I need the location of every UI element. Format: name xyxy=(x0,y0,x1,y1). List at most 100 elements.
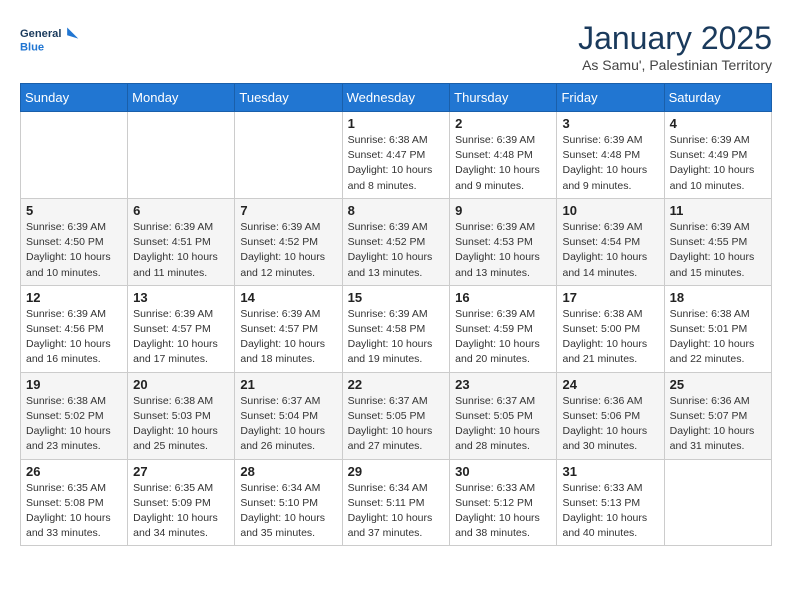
day-number: 28 xyxy=(240,464,336,479)
day-info: Sunrise: 6:38 AMSunset: 5:00 PMDaylight:… xyxy=(562,307,658,368)
calendar-cell: 28 Sunrise: 6:34 AMSunset: 5:10 PMDayligh… xyxy=(235,459,342,546)
calendar-cell: 22 Sunrise: 6:37 AMSunset: 5:05 PMDayligh… xyxy=(342,372,450,459)
day-number: 14 xyxy=(240,290,336,305)
day-number: 27 xyxy=(133,464,229,479)
day-number: 23 xyxy=(455,377,551,392)
calendar-cell: 19 Sunrise: 6:38 AMSunset: 5:02 PMDayligh… xyxy=(21,372,128,459)
svg-text:Blue: Blue xyxy=(20,42,44,54)
day-number: 8 xyxy=(348,203,445,218)
day-info: Sunrise: 6:39 AMSunset: 4:53 PMDaylight:… xyxy=(455,220,551,281)
day-info: Sunrise: 6:39 AMSunset: 4:48 PMDaylight:… xyxy=(455,133,551,194)
day-number: 3 xyxy=(562,116,658,131)
day-info: Sunrise: 6:39 AMSunset: 4:51 PMDaylight:… xyxy=(133,220,229,281)
location-subtitle: As Samu', Palestinian Territory xyxy=(578,57,772,73)
day-info: Sunrise: 6:35 AMSunset: 5:09 PMDaylight:… xyxy=(133,481,229,542)
page-header: General Blue January 2025 As Samu', Pale… xyxy=(20,20,772,73)
day-number: 9 xyxy=(455,203,551,218)
day-info: Sunrise: 6:39 AMSunset: 4:56 PMDaylight:… xyxy=(26,307,122,368)
day-number: 21 xyxy=(240,377,336,392)
day-info: Sunrise: 6:38 AMSunset: 5:01 PMDaylight:… xyxy=(670,307,766,368)
day-info: Sunrise: 6:36 AMSunset: 5:07 PMDaylight:… xyxy=(670,394,766,455)
day-number: 20 xyxy=(133,377,229,392)
calendar-cell: 25 Sunrise: 6:36 AMSunset: 5:07 PMDayligh… xyxy=(664,372,771,459)
day-number: 19 xyxy=(26,377,122,392)
calendar-cell: 29Sunrise: 6:34 AMSunset: 5:11 PMDayligh… xyxy=(342,459,450,546)
day-number: 12 xyxy=(26,290,122,305)
calendar-cell: 15 Sunrise: 6:39 AMSunset: 4:58 PMDayligh… xyxy=(342,285,450,372)
weekday-header-saturday: Saturday xyxy=(664,84,771,112)
day-info: Sunrise: 6:38 AMSunset: 4:47 PMDaylight:… xyxy=(348,133,445,194)
day-number: 7 xyxy=(240,203,336,218)
day-number: 5 xyxy=(26,203,122,218)
day-info: Sunrise: 6:37 AMSunset: 5:05 PMDaylight:… xyxy=(455,394,551,455)
day-info: Sunrise: 6:39 AMSunset: 4:52 PMDaylight:… xyxy=(240,220,336,281)
day-number: 2 xyxy=(455,116,551,131)
day-number: 6 xyxy=(133,203,229,218)
logo-graphic: General Blue xyxy=(20,20,80,65)
weekday-header-friday: Friday xyxy=(557,84,664,112)
day-info: Sunrise: 6:39 AMSunset: 4:48 PMDaylight:… xyxy=(562,133,658,194)
day-number: 17 xyxy=(562,290,658,305)
calendar-cell: 6 Sunrise: 6:39 AMSunset: 4:51 PMDaylight… xyxy=(128,198,235,285)
title-section: January 2025 As Samu', Palestinian Terri… xyxy=(578,20,772,73)
weekday-header-tuesday: Tuesday xyxy=(235,84,342,112)
day-info: Sunrise: 6:39 AMSunset: 4:59 PMDaylight:… xyxy=(455,307,551,368)
calendar-cell: 31 Sunrise: 6:33 AMSunset: 5:13 PMDayligh… xyxy=(557,459,664,546)
day-number: 15 xyxy=(348,290,445,305)
day-info: Sunrise: 6:39 AMSunset: 4:58 PMDaylight:… xyxy=(348,307,445,368)
calendar-cell: 16 Sunrise: 6:39 AMSunset: 4:59 PMDayligh… xyxy=(450,285,557,372)
calendar-cell: 5 Sunrise: 6:39 AMSunset: 4:50 PMDaylight… xyxy=(21,198,128,285)
calendar-cell: 1 Sunrise: 6:38 AMSunset: 4:47 PMDaylight… xyxy=(342,112,450,199)
day-info: Sunrise: 6:37 AMSunset: 5:05 PMDaylight:… xyxy=(348,394,445,455)
calendar-cell xyxy=(21,112,128,199)
calendar-cell: 11Sunrise: 6:39 AMSunset: 4:55 PMDayligh… xyxy=(664,198,771,285)
day-number: 24 xyxy=(562,377,658,392)
day-info: Sunrise: 6:39 AMSunset: 4:49 PMDaylight:… xyxy=(670,133,766,194)
calendar-cell xyxy=(235,112,342,199)
day-info: Sunrise: 6:37 AMSunset: 5:04 PMDaylight:… xyxy=(240,394,336,455)
calendar-table: SundayMondayTuesdayWednesdayThursdayFrid… xyxy=(20,83,772,546)
day-number: 13 xyxy=(133,290,229,305)
calendar-cell: 17 Sunrise: 6:38 AMSunset: 5:00 PMDayligh… xyxy=(557,285,664,372)
day-number: 16 xyxy=(455,290,551,305)
calendar-cell xyxy=(128,112,235,199)
calendar-cell: 8 Sunrise: 6:39 AMSunset: 4:52 PMDaylight… xyxy=(342,198,450,285)
day-info: Sunrise: 6:39 AMSunset: 4:50 PMDaylight:… xyxy=(26,220,122,281)
day-number: 10 xyxy=(562,203,658,218)
calendar-cell: 21 Sunrise: 6:37 AMSunset: 5:04 PMDayligh… xyxy=(235,372,342,459)
day-info: Sunrise: 6:39 AMSunset: 4:52 PMDaylight:… xyxy=(348,220,445,281)
day-info: Sunrise: 6:38 AMSunset: 5:03 PMDaylight:… xyxy=(133,394,229,455)
month-title: January 2025 xyxy=(578,20,772,57)
logo: General Blue xyxy=(20,20,80,65)
day-number: 25 xyxy=(670,377,766,392)
weekday-header-thursday: Thursday xyxy=(450,84,557,112)
calendar-cell: 14 Sunrise: 6:39 AMSunset: 4:57 PMDayligh… xyxy=(235,285,342,372)
day-info: Sunrise: 6:39 AMSunset: 4:57 PMDaylight:… xyxy=(240,307,336,368)
day-number: 4 xyxy=(670,116,766,131)
calendar-cell: 27 Sunrise: 6:35 AMSunset: 5:09 PMDayligh… xyxy=(128,459,235,546)
calendar-cell: 13Sunrise: 6:39 AMSunset: 4:57 PMDayligh… xyxy=(128,285,235,372)
svg-text:General: General xyxy=(20,28,61,40)
calendar-cell: 12 Sunrise: 6:39 AMSunset: 4:56 PMDayligh… xyxy=(21,285,128,372)
day-number: 31 xyxy=(562,464,658,479)
day-number: 1 xyxy=(348,116,445,131)
calendar-cell xyxy=(664,459,771,546)
calendar-cell: 3 Sunrise: 6:39 AMSunset: 4:48 PMDaylight… xyxy=(557,112,664,199)
day-number: 29 xyxy=(348,464,445,479)
calendar-cell: 9 Sunrise: 6:39 AMSunset: 4:53 PMDaylight… xyxy=(450,198,557,285)
calendar-cell: 7 Sunrise: 6:39 AMSunset: 4:52 PMDaylight… xyxy=(235,198,342,285)
day-info: Sunrise: 6:33 AMSunset: 5:12 PMDaylight:… xyxy=(455,481,551,542)
calendar-cell: 20 Sunrise: 6:38 AMSunset: 5:03 PMDayligh… xyxy=(128,372,235,459)
calendar-cell: 10Sunrise: 6:39 AMSunset: 4:54 PMDayligh… xyxy=(557,198,664,285)
calendar-cell: 4 Sunrise: 6:39 AMSunset: 4:49 PMDaylight… xyxy=(664,112,771,199)
day-info: Sunrise: 6:33 AMSunset: 5:13 PMDaylight:… xyxy=(562,481,658,542)
day-number: 18 xyxy=(670,290,766,305)
calendar-cell: 24Sunrise: 6:36 AMSunset: 5:06 PMDayligh… xyxy=(557,372,664,459)
day-number: 30 xyxy=(455,464,551,479)
day-info: Sunrise: 6:39 AMSunset: 4:55 PMDaylight:… xyxy=(670,220,766,281)
weekday-header-wednesday: Wednesday xyxy=(342,84,450,112)
day-number: 22 xyxy=(348,377,445,392)
day-info: Sunrise: 6:34 AMSunset: 5:10 PMDaylight:… xyxy=(240,481,336,542)
day-info: Sunrise: 6:38 AMSunset: 5:02 PMDaylight:… xyxy=(26,394,122,455)
calendar-cell: 30 Sunrise: 6:33 AMSunset: 5:12 PMDayligh… xyxy=(450,459,557,546)
